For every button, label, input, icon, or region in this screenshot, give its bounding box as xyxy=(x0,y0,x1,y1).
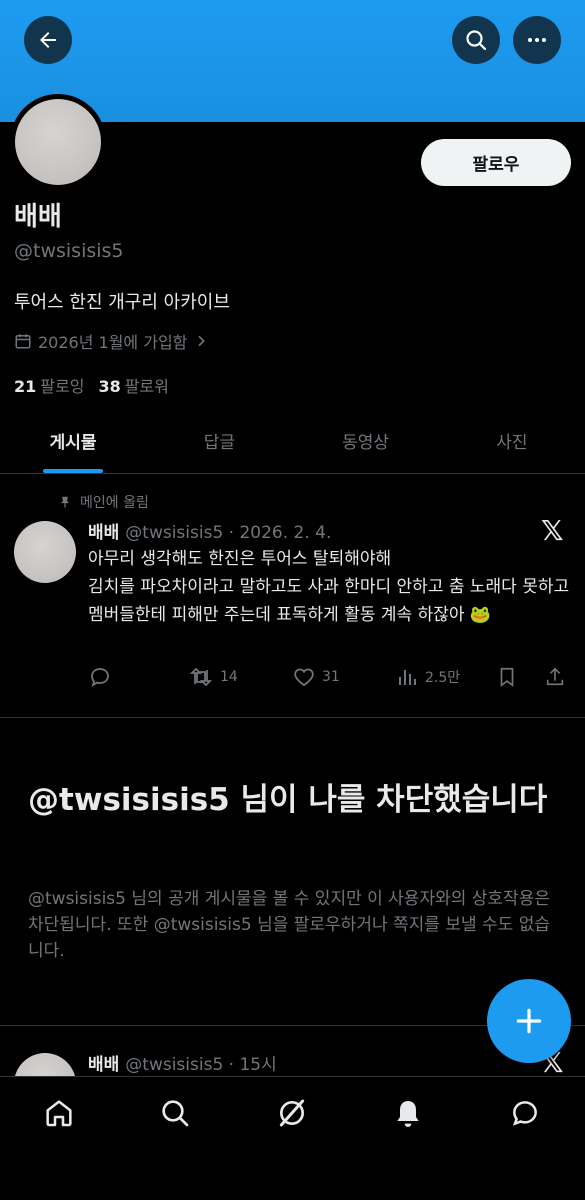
retweet-count: 14 xyxy=(220,669,238,685)
nav-grok[interactable] xyxy=(274,1095,310,1131)
nav-search[interactable] xyxy=(157,1095,193,1131)
profile-avatar[interactable] xyxy=(10,94,106,190)
tab-photos[interactable]: 사진 xyxy=(439,408,585,473)
tab-posts[interactable]: 게시물 xyxy=(0,408,146,473)
search-icon xyxy=(162,1100,189,1127)
reply-button[interactable] xyxy=(88,665,112,689)
blocked-title: @twsisisis5 님이 나를 차단했습니다 xyxy=(28,782,548,818)
following-link[interactable]: 21 팔로잉 xyxy=(14,373,84,397)
post-author-name[interactable]: 배배 xyxy=(88,1055,119,1075)
post-header: 배배 @twsisisis5 · 2026. 2. 4. xyxy=(88,518,331,543)
profile-handle: @twsisisis5 xyxy=(14,240,124,262)
followers-link[interactable]: 38 팔로워 xyxy=(98,373,168,397)
bottom-navigation xyxy=(0,1076,585,1152)
joined-text: 2026년 1월에 가입함 xyxy=(38,333,188,352)
more-horizontal-icon xyxy=(528,38,546,42)
post-author-name[interactable]: 배배 xyxy=(88,523,119,543)
more-button[interactable] xyxy=(513,16,561,64)
post-meta: @twsisisis5 · 2026. 2. 4. xyxy=(125,523,332,543)
joined-date[interactable]: 2026년 1월에 가입함 xyxy=(14,329,209,353)
nav-notifications[interactable] xyxy=(390,1095,426,1131)
post-avatar[interactable] xyxy=(14,1053,76,1076)
search-button[interactable] xyxy=(452,16,500,64)
home-icon xyxy=(46,1100,72,1127)
profile-bio: 투어스 한진 개구리 아카이브 xyxy=(14,292,230,313)
plus-icon xyxy=(516,1008,542,1034)
notifications-icon xyxy=(397,1101,419,1127)
tab-replies[interactable]: 답글 xyxy=(146,408,292,473)
like-count: 31 xyxy=(322,669,340,685)
blocked-description: @twsisisis5 님의 공개 게시물을 볼 수 있지만 이 사용자와의 상… xyxy=(28,889,550,961)
reply-icon xyxy=(91,668,109,687)
calendar-icon xyxy=(15,334,31,349)
grok-icon xyxy=(279,1099,305,1127)
bookmark-icon xyxy=(500,667,514,687)
pinned-label: 메인에 올림 xyxy=(80,495,149,511)
post-actions: 14 31 2.5만 xyxy=(88,663,570,691)
retweet-icon xyxy=(189,667,213,687)
chevron-right-icon xyxy=(198,335,206,347)
pinned-indicator: 메인에 올림 xyxy=(58,492,149,512)
post-header: 배배 @twsisisis5 · 15시 xyxy=(88,1050,277,1075)
share-icon xyxy=(546,667,564,686)
bookmark-button[interactable] xyxy=(496,665,518,689)
messages-icon xyxy=(512,1101,537,1126)
post-meta: @twsisisis5 · 15시 xyxy=(125,1055,277,1075)
like-button[interactable]: 31 xyxy=(292,665,340,689)
nav-home[interactable] xyxy=(41,1095,77,1131)
x-logo-icon: 𝕏 xyxy=(541,514,564,547)
post-divider xyxy=(0,717,585,718)
nav-messages[interactable] xyxy=(507,1095,543,1131)
share-button[interactable] xyxy=(544,665,566,689)
post-text: 아무리 생각해도 한진은 투어스 탈퇴해야해 김치를 파오차이라고 말하고도 사… xyxy=(88,549,570,625)
heart-icon xyxy=(294,668,314,687)
views-icon xyxy=(399,670,416,685)
retweet-button[interactable]: 14 xyxy=(188,665,238,689)
views-button[interactable]: 2.5만 xyxy=(395,665,460,689)
search-icon xyxy=(466,30,487,51)
pin-icon xyxy=(60,496,70,508)
display-name: 배배 xyxy=(14,202,62,232)
profile-tabs: 게시물 답글 동영상 사진 xyxy=(0,408,585,474)
arrow-left-icon xyxy=(40,32,56,48)
follow-button[interactable]: 팔로우 xyxy=(421,139,571,186)
follow-stats: 21 팔로잉 38 팔로워 xyxy=(14,373,169,397)
views-count: 2.5만 xyxy=(425,670,461,686)
compose-button[interactable] xyxy=(487,979,571,1063)
back-button[interactable] xyxy=(24,16,72,64)
post-avatar[interactable] xyxy=(14,521,76,583)
tab-videos[interactable]: 동영상 xyxy=(293,408,439,473)
